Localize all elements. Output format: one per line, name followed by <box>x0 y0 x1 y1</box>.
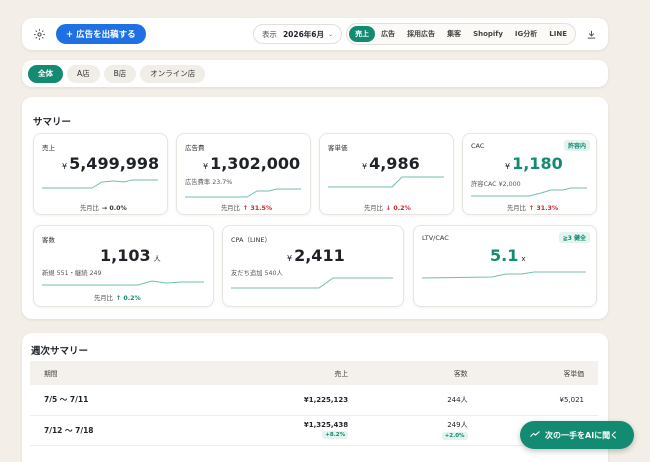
store-online[interactable]: オンライン店 <box>140 64 206 83</box>
sparkline <box>185 188 301 198</box>
summary-title: サマリー <box>33 117 72 128</box>
kpi-sub: 新規 551・継続 249 <box>42 270 102 277</box>
period-label: 表示 <box>261 29 277 39</box>
chevron-down-icon: ⌄ <box>328 30 334 38</box>
kpi-title: 客単価 <box>328 144 348 152</box>
kpi-value: ¥1,180 <box>505 154 563 173</box>
kpi-compare: 先月比 ↑ 31.5% <box>221 205 273 212</box>
kpi-ad-cost: 広告費 ¥1,302,000 広告費率 23.7% 先月比 ↑ 31.5% <box>176 133 311 215</box>
store-filter: 全体 A店 B店 オンライン店 <box>22 60 608 87</box>
kpi-value: ¥2,411 <box>287 246 345 265</box>
col-period: 期間 <box>44 370 58 378</box>
store-all[interactable]: 全体 <box>28 64 63 83</box>
period-select[interactable]: 表示 2026年6月 ⌄ <box>252 24 343 44</box>
kpi-sub: 広告費率 23.7% <box>185 179 233 186</box>
status-badge: ≧3 健全 <box>558 232 590 243</box>
cell-sales: ¥1,325,438 +8.2% <box>201 415 363 446</box>
cell-period: 7/12 〜 7/18 <box>30 415 202 446</box>
col-customers: 客数 <box>453 370 468 378</box>
cell-customers: 244人 <box>362 385 482 416</box>
create-ad-button[interactable]: + 広告を出稿する <box>56 24 146 44</box>
kpi-avg-price: 客単価 ¥4,986 先月比 ↓ 0.2% <box>319 133 454 215</box>
download-icon[interactable] <box>582 25 600 43</box>
sparkline <box>42 179 158 189</box>
kpi-compare: 先月比 ↑ 0.2% <box>94 295 141 302</box>
col-avg-price: 客単価 <box>563 370 584 378</box>
tab-ads[interactable]: 広告 <box>375 26 401 42</box>
period-value: 2026年6月 <box>282 29 325 39</box>
kpi-compare: 先月比 ↑ 31.3% <box>507 205 559 212</box>
kpi-value: 5.1 x <box>490 246 526 265</box>
tab-line[interactable]: LINE <box>543 26 573 42</box>
store-b[interactable]: B店 <box>103 64 137 83</box>
col-sales: 売上 <box>334 370 349 378</box>
sparkline <box>42 280 204 286</box>
kpi-sales: 売上 ¥5,499,998 先月比 → 0.0% <box>33 133 168 215</box>
weekly-title: 週次サマリー <box>31 346 89 357</box>
change-badge: +2.0% <box>441 432 468 440</box>
kpi-customers: 客数 1,103 人 新規 551・継続 249 先月比 ↑ 0.2% <box>33 225 214 307</box>
trend-icon <box>530 430 540 440</box>
top-toolbar: + 広告を出稿する 表示 2026年6月 ⌄ 売上 広告 採用広告 集客 Sho… <box>22 18 608 50</box>
kpi-value: ¥4,986 <box>362 154 420 173</box>
tab-sales[interactable]: 売上 <box>349 26 376 42</box>
cell-sales: ¥1,225,123 <box>201 385 363 416</box>
kpi-title: LTV/CAC <box>422 234 449 242</box>
sparkline <box>422 271 586 279</box>
kpi-title: CPA（LINE） <box>231 236 271 244</box>
kpi-compare: 先月比 ↓ 0.2% <box>364 205 411 212</box>
cell-sales-value: ¥1,325,438 <box>303 421 349 429</box>
kpi-cpa: CPA（LINE） ¥2,411 友だち追加 540人 <box>222 225 404 307</box>
table-row[interactable]: 7/12 〜 7/18 ¥1,325,438 +8.2% 249人 +2.0% <box>30 415 598 446</box>
kpi-value: 1,103 人 <box>100 246 161 265</box>
change-badge: +8.2% <box>322 431 349 439</box>
tab-recruit-ads[interactable]: 採用広告 <box>401 26 441 42</box>
table-header-row: 期間 売上 客数 客単価 <box>30 361 598 385</box>
kpi-title: 売上 <box>42 144 55 152</box>
kpi-title: 広告費 <box>185 144 205 152</box>
kpi-cac: CAC 許容内 ¥1,180 許容CAC ¥2,000 先月比 ↑ 31.3% <box>462 133 597 215</box>
ask-ai-label: 次の一手をAIに聞く <box>545 430 619 440</box>
weekly-table: 期間 売上 客数 客単価 7/5 〜 7/11 ¥1,225,123 244人 … <box>30 361 598 446</box>
weekly-summary-panel: 週次サマリー 期間 売上 客数 客単価 7/5 〜 7/11 ¥1,225,12… <box>22 333 608 462</box>
table-row[interactable]: 7/5 〜 7/11 ¥1,225,123 244人 ¥5,021 <box>30 385 598 416</box>
sparkline <box>471 187 587 197</box>
tab-shopify[interactable]: Shopify <box>467 26 509 42</box>
kpi-value: ¥1,302,000 <box>203 154 301 173</box>
cell-avg-price: ¥5,021 <box>481 385 598 416</box>
category-tabs: 売上 広告 採用広告 集客 Shopify IG分析 LINE <box>346 23 576 45</box>
ask-ai-button[interactable]: 次の一手をAIに聞く <box>520 421 634 449</box>
kpi-compare: 先月比 → 0.0% <box>80 205 127 212</box>
cell-customers: 249人 +2.0% <box>362 415 482 446</box>
cell-customers-value: 249人 <box>447 421 468 429</box>
store-a[interactable]: A店 <box>67 64 100 83</box>
sparkline <box>231 277 393 289</box>
kpi-title: 客数 <box>42 236 55 244</box>
kpi-ltv-cac: LTV/CAC ≧3 健全 5.1 x <box>413 225 597 307</box>
tab-acquisition[interactable]: 集客 <box>441 26 467 42</box>
gear-icon[interactable] <box>30 25 48 43</box>
tab-ig-analytics[interactable]: IG分析 <box>509 26 543 42</box>
cell-period: 7/5 〜 7/11 <box>30 385 202 416</box>
kpi-title: CAC <box>471 142 485 150</box>
sparkline <box>328 176 444 188</box>
status-badge: 許容内 <box>563 140 590 151</box>
kpi-value: ¥5,499,998 <box>62 154 160 173</box>
summary-panel: サマリー 売上 ¥5,499,998 先月比 → 0.0% 広告費 ¥1,302,… <box>22 97 608 319</box>
